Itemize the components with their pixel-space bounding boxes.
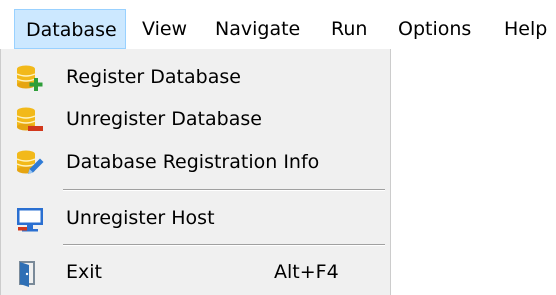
menu-view[interactable]: View (142, 14, 187, 44)
database-registration-info-label: Database Registration Info (66, 151, 320, 173)
monitor-icon (17, 208, 43, 232)
database-registration-info-menu-item[interactable]: Database Registration Info (1, 142, 390, 182)
menu-options[interactable]: Options (398, 14, 471, 44)
exit-label: Exit (66, 261, 102, 283)
database-edit-icon (16, 150, 44, 174)
register-database-menu-item[interactable]: Register Database (1, 57, 390, 97)
unregister-database-label: Unregister Database (66, 108, 262, 130)
unregister-host-label: Unregister Host (66, 207, 215, 229)
database-remove-icon (16, 107, 43, 131)
menu-bar: Database View Navigate Run Options Help (0, 0, 556, 52)
menu-separator (63, 189, 385, 191)
exit-menu-item[interactable]: Exit Alt+F4 (1, 252, 390, 292)
menu-run[interactable]: Run (331, 14, 367, 44)
exit-door-icon (19, 261, 35, 287)
database-dropdown-menu: Register Database Unregister Database Da… (0, 49, 391, 295)
menu-separator (63, 244, 385, 246)
database-add-icon (16, 65, 43, 91)
register-database-label: Register Database (66, 66, 241, 88)
menu-database[interactable]: Database (14, 9, 126, 49)
menu-navigate[interactable]: Navigate (215, 14, 300, 44)
menu-help[interactable]: Help (504, 14, 547, 44)
unregister-database-menu-item[interactable]: Unregister Database (1, 99, 390, 139)
unregister-host-menu-item[interactable]: Unregister Host (1, 198, 390, 238)
exit-shortcut: Alt+F4 (274, 261, 339, 283)
